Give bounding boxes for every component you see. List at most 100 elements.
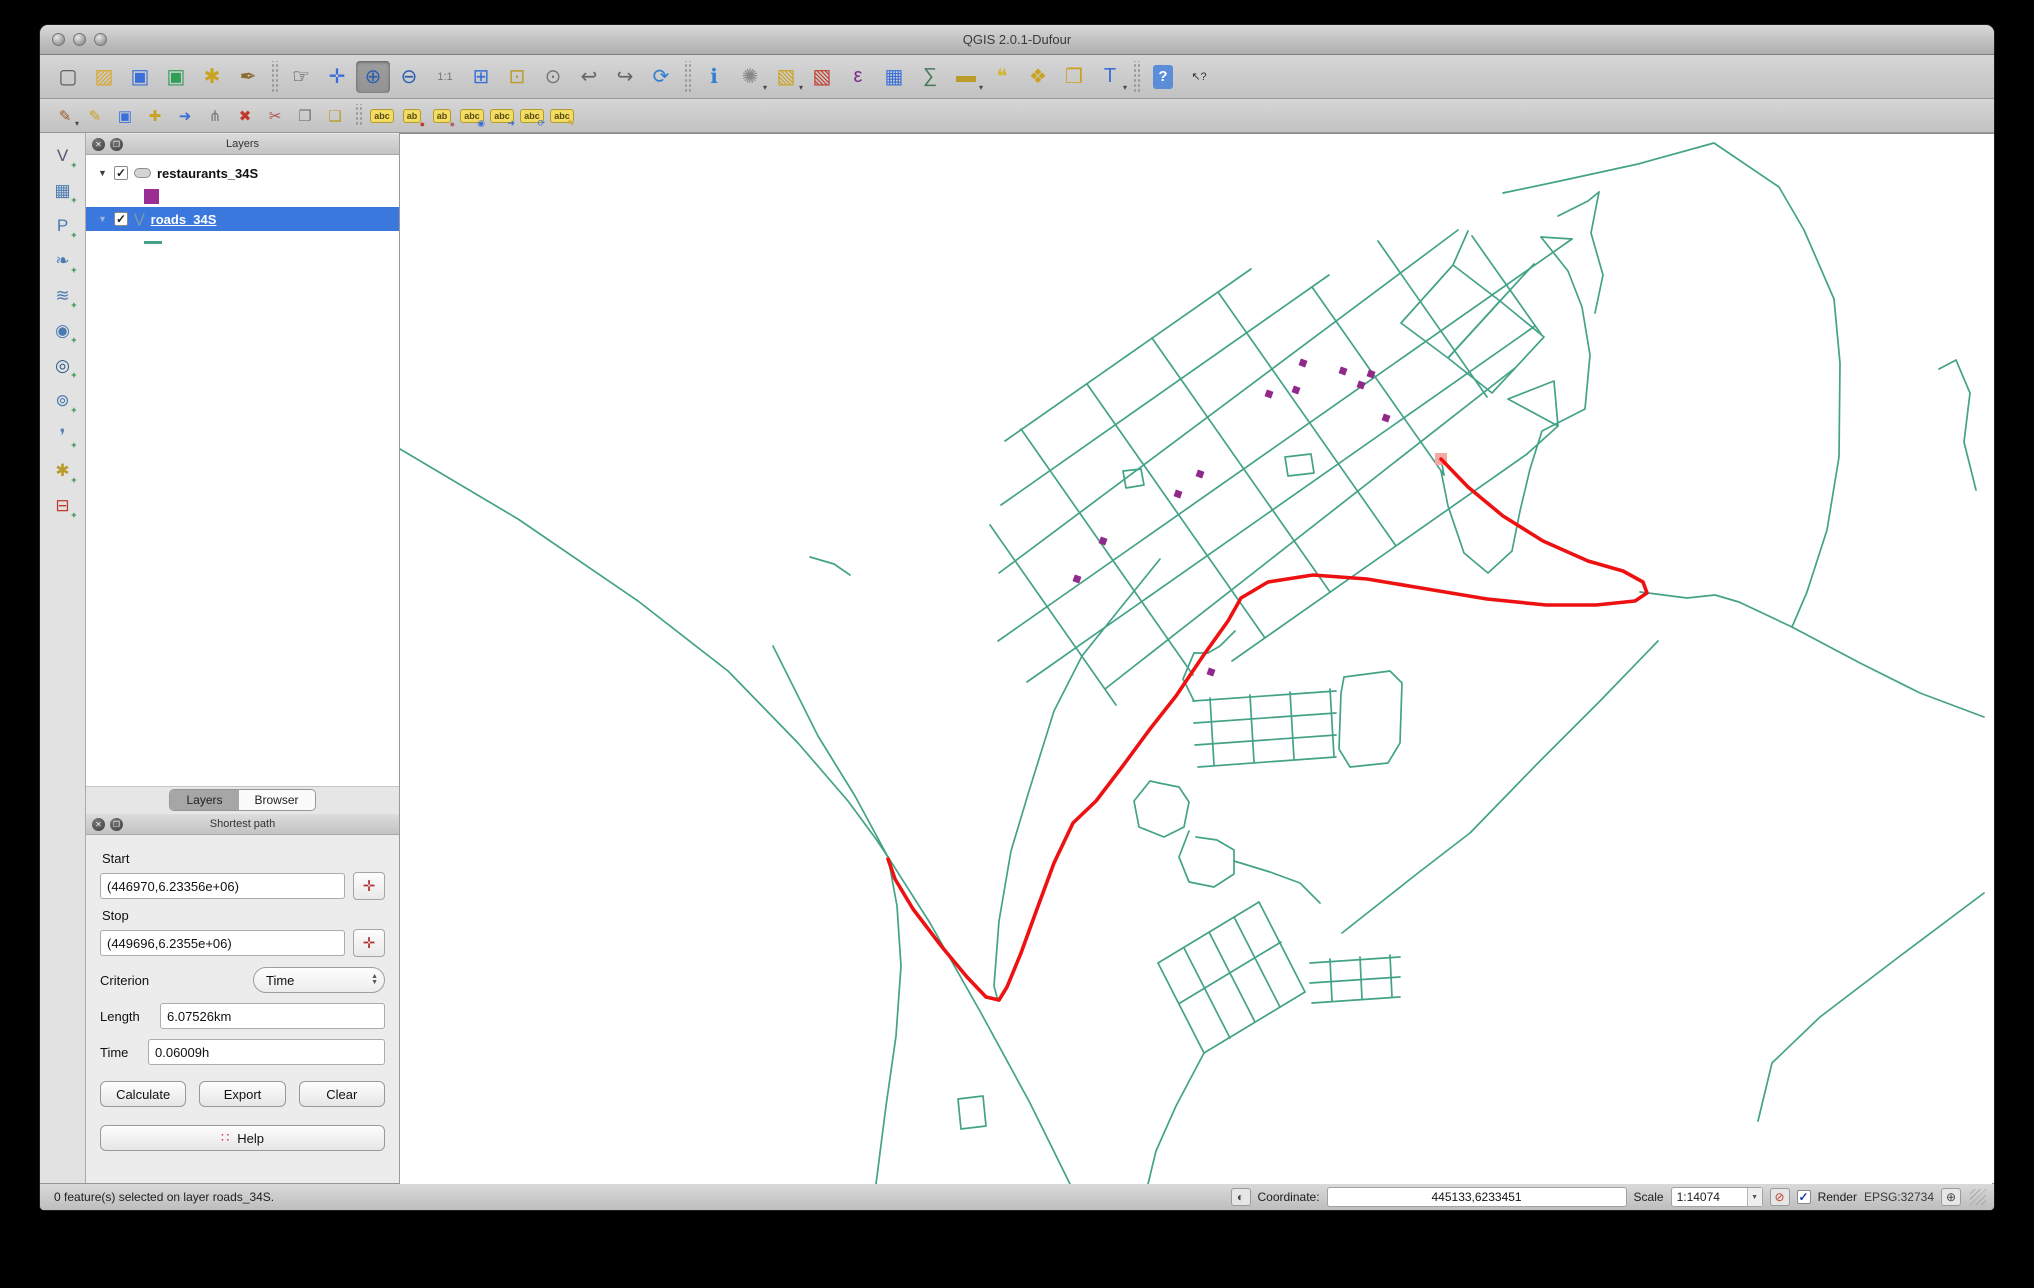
- map-canvas[interactable]: [400, 133, 1994, 1183]
- add-wcs-layer-icon[interactable]: ◎+: [49, 353, 77, 379]
- move-feature-icon[interactable]: ➜: [171, 103, 199, 129]
- new-project-icon[interactable]: ▢: [51, 61, 85, 93]
- clear-button[interactable]: Clear: [299, 1081, 385, 1107]
- add-raster-layer-icon[interactable]: ▦+: [49, 178, 77, 204]
- zoom-window-button[interactable]: [94, 33, 107, 46]
- length-output[interactable]: [160, 1003, 385, 1029]
- zoom-out-icon[interactable]: ⊖: [392, 61, 426, 93]
- add-postgis-layer-icon[interactable]: P+: [49, 213, 77, 239]
- cut-features-icon[interactable]: ✂: [261, 103, 289, 129]
- current-edits-icon[interactable]: ✎▾: [51, 103, 79, 129]
- icon-badge: ●: [420, 119, 425, 129]
- new-composer-icon[interactable]: ✱: [195, 61, 229, 93]
- capture-stop-point-button[interactable]: ✛: [353, 929, 385, 957]
- label-move-icon[interactable]: abc➜: [488, 103, 516, 129]
- run-feature-action-icon[interactable]: ✺▾: [733, 61, 767, 93]
- refresh-icon[interactable]: ⟳: [644, 61, 678, 93]
- close-window-button[interactable]: [52, 33, 65, 46]
- label-rotate-icon[interactable]: abc⟳: [518, 103, 546, 129]
- time-output[interactable]: [148, 1039, 385, 1065]
- show-bookmarks-icon[interactable]: ❒: [1057, 61, 1091, 93]
- scale-label: Scale: [1634, 1190, 1664, 1204]
- delete-selected-icon[interactable]: ✖: [231, 103, 259, 129]
- save-project-as-icon[interactable]: ▣: [159, 61, 193, 93]
- add-spatialite-layer-icon[interactable]: ❧+: [49, 248, 77, 274]
- layer-checkbox[interactable]: ✓: [114, 166, 128, 180]
- add-mssql-layer-icon[interactable]: ≋+: [49, 283, 77, 309]
- layer-item-roads[interactable]: ▼ ✓ ⋁ roads_34S: [86, 207, 399, 231]
- node-tool-icon[interactable]: ⋔: [201, 103, 229, 129]
- copy-features-icon[interactable]: ❐: [291, 103, 319, 129]
- tab-browser[interactable]: Browser: [239, 790, 315, 810]
- tab-layers[interactable]: Layers: [170, 790, 238, 810]
- float-panel-icon[interactable]: ❐: [110, 818, 123, 831]
- zoom-last-icon[interactable]: ↩: [572, 61, 606, 93]
- layer-item-restaurants[interactable]: ▼ ✓ restaurants_34S: [86, 161, 399, 185]
- close-panel-icon[interactable]: ✕: [92, 818, 105, 831]
- map-tips-icon[interactable]: ❝: [985, 61, 1019, 93]
- whats-this-icon[interactable]: ↖?: [1182, 61, 1216, 93]
- save-project-icon[interactable]: ▣: [123, 61, 157, 93]
- layer-name[interactable]: roads_34S: [151, 212, 217, 227]
- zoom-full-icon[interactable]: ⊞: [464, 61, 498, 93]
- label-properties-icon[interactable]: abc✎: [548, 103, 576, 129]
- close-panel-icon[interactable]: ✕: [92, 138, 105, 151]
- save-layer-edits-icon[interactable]: ▣: [111, 103, 139, 129]
- collapse-triangle-icon[interactable]: ▼: [98, 214, 108, 224]
- start-input[interactable]: [100, 873, 345, 899]
- label-pin-icon[interactable]: ab●: [428, 103, 456, 129]
- select-features-icon[interactable]: ▧▾: [769, 61, 803, 93]
- title-bar[interactable]: QGIS 2.0.1-Dufour: [40, 25, 1994, 55]
- text-annotation-icon[interactable]: T▾: [1093, 61, 1127, 93]
- pan-map-icon[interactable]: ☞: [284, 61, 318, 93]
- new-shapefile-layer-icon[interactable]: ✱+: [49, 458, 77, 484]
- new-bookmark-icon[interactable]: ❖: [1021, 61, 1055, 93]
- add-vector-layer-icon[interactable]: V+: [49, 143, 77, 169]
- open-project-icon[interactable]: ▨: [87, 61, 121, 93]
- layer-checkbox[interactable]: ✓: [114, 212, 128, 226]
- remove-layer-icon[interactable]: ⊟+: [49, 493, 77, 519]
- resize-grip[interactable]: [1970, 1189, 1986, 1205]
- help-icon[interactable]: ?: [1146, 61, 1180, 93]
- collapse-triangle-icon[interactable]: ▼: [98, 168, 108, 178]
- select-by-expression-icon[interactable]: ε: [841, 61, 875, 93]
- toolbar-separator: [683, 61, 692, 91]
- export-button[interactable]: Export: [199, 1081, 285, 1107]
- identify-features-icon[interactable]: ℹ: [697, 61, 731, 93]
- field-calculator-icon[interactable]: ∑: [913, 61, 947, 93]
- stop-input[interactable]: [100, 930, 345, 956]
- render-checkbox[interactable]: ✓: [1797, 1190, 1811, 1204]
- coordinate-capture-icon[interactable]: ◐: [1231, 1188, 1251, 1206]
- add-delimited-text-layer-icon[interactable]: ❜+: [49, 423, 77, 449]
- calculate-button[interactable]: Calculate: [100, 1081, 186, 1107]
- crs-status-icon[interactable]: ⊕: [1941, 1188, 1961, 1206]
- add-wfs-layer-icon[interactable]: ⊚+: [49, 388, 77, 414]
- road-line: [1939, 360, 1976, 490]
- help-button[interactable]: ∷ Help: [100, 1125, 385, 1151]
- stop-render-icon[interactable]: ⊘: [1770, 1188, 1790, 1206]
- measure-icon[interactable]: ▬▾: [949, 61, 983, 93]
- composer-manager-icon[interactable]: ✒: [231, 61, 265, 93]
- paste-features-icon[interactable]: ❏: [321, 103, 349, 129]
- zoom-native-icon[interactable]: 1:1: [428, 61, 462, 93]
- toggle-editing-icon[interactable]: ✎: [81, 103, 109, 129]
- layer-name[interactable]: restaurants_34S: [157, 166, 258, 181]
- pan-to-selection-icon[interactable]: ✛: [320, 61, 354, 93]
- zoom-next-icon[interactable]: ↪: [608, 61, 642, 93]
- capture-start-point-button[interactable]: ✛: [353, 872, 385, 900]
- label-pin-selected-icon[interactable]: ab●: [398, 103, 426, 129]
- label-visibility-icon[interactable]: abc◉: [458, 103, 486, 129]
- zoom-in-icon[interactable]: ⊕: [356, 61, 390, 93]
- criterion-select[interactable]: Time ▲▼: [253, 967, 385, 993]
- float-panel-icon[interactable]: ❐: [110, 138, 123, 151]
- labeling-icon[interactable]: abc: [368, 103, 396, 129]
- zoom-to-selection-icon[interactable]: ⊡: [500, 61, 534, 93]
- scale-select[interactable]: 1:14074 ▼: [1671, 1187, 1763, 1207]
- add-wms-layer-icon[interactable]: ◉+: [49, 318, 77, 344]
- deselect-features-icon[interactable]: ▧: [805, 61, 839, 93]
- attribute-table-icon[interactable]: ▦: [877, 61, 911, 93]
- zoom-to-layer-icon[interactable]: ⊙: [536, 61, 570, 93]
- coordinate-input[interactable]: [1327, 1187, 1627, 1207]
- add-feature-icon[interactable]: ✚: [141, 103, 169, 129]
- minimize-window-button[interactable]: [73, 33, 86, 46]
